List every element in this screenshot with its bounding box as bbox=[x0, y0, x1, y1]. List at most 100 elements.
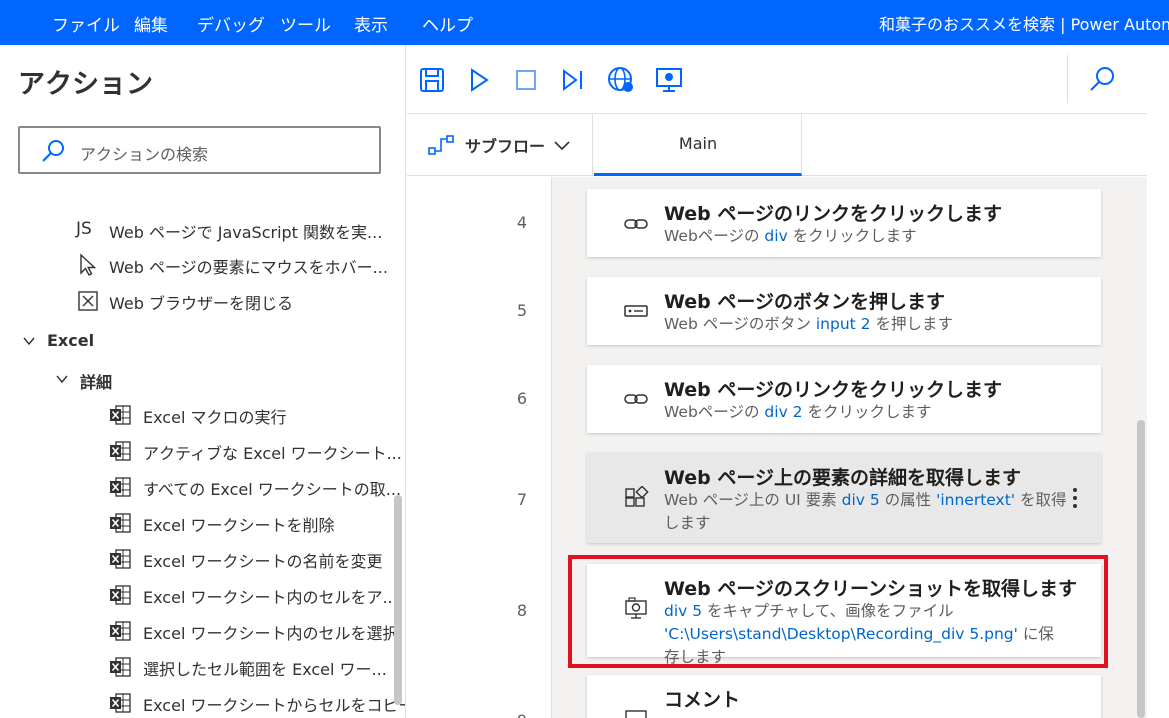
action-item-label: Web ブラウザーを閉じる bbox=[109, 294, 293, 313]
step-parameter-link[interactable]: input 2 bbox=[816, 315, 871, 333]
menu-debug[interactable]: デバッグ bbox=[197, 11, 265, 36]
subflow-dropdown[interactable]: サブフロー bbox=[407, 114, 593, 176]
comment-icon bbox=[623, 707, 649, 718]
action-item-excel[interactable]: すべての Excel ワークシートの取... bbox=[108, 473, 401, 503]
step-icon[interactable] bbox=[558, 65, 588, 95]
action-item-excel[interactable]: Excel ワークシート内のセルを選択 bbox=[108, 617, 398, 647]
selected-step-highlight bbox=[568, 555, 1108, 668]
step-parameter-link[interactable]: div 5 bbox=[842, 491, 880, 509]
step-number: 9 bbox=[507, 711, 537, 718]
flow-step-card[interactable]: Web ページのボタンを押します Web ページのボタン input 2 を押しま… bbox=[587, 277, 1101, 345]
excel-icon bbox=[108, 619, 132, 643]
action-item-excel[interactable]: Excel ワークシートからセルをコピー bbox=[108, 689, 405, 718]
action-item-close-browser[interactable]: Web ブラウザーを閉じる bbox=[76, 287, 386, 317]
line-number-gutter bbox=[407, 177, 552, 718]
save-icon[interactable] bbox=[417, 65, 447, 95]
action-item-excel[interactable]: Excel ワークシートの名前を変更 bbox=[108, 545, 386, 575]
step-title: Web ページのボタンを押します bbox=[664, 291, 946, 313]
step-description: Webページの div をクリックします bbox=[664, 225, 1069, 248]
step-description-text: Web ページ上の UI 要素 bbox=[664, 491, 842, 509]
flow-step-card[interactable]: コメント bbox=[587, 675, 1101, 718]
link-icon bbox=[623, 211, 649, 237]
step-description-text: をクリックします bbox=[802, 403, 932, 421]
action-item-hover-element[interactable]: Web ページの要素にマウスをホバー... bbox=[76, 251, 388, 281]
action-item-excel[interactable]: アクティブな Excel ワークシート... bbox=[108, 437, 402, 467]
action-item-label: Excel ワークシート内のセルをア... bbox=[143, 588, 398, 607]
action-item-run-javascript[interactable]: JS Web ページで JavaScript 関数を実... bbox=[76, 216, 386, 246]
step-parameter-link[interactable]: 'innertext' bbox=[936, 491, 1015, 509]
search-icon[interactable] bbox=[1087, 65, 1117, 95]
desktop-recorder-icon[interactable] bbox=[654, 65, 684, 95]
menu-help[interactable]: ヘルプ bbox=[422, 11, 473, 36]
subflow-icon bbox=[428, 135, 454, 155]
step-title: Web ページ上の要素の詳細を取得します bbox=[664, 467, 1022, 489]
excel-icon bbox=[108, 691, 132, 715]
subgroup-detail[interactable]: 詳細 bbox=[80, 369, 112, 393]
flow-tabs: サブフロー Main bbox=[407, 114, 1147, 176]
element-details-icon bbox=[623, 485, 649, 512]
excel-icon bbox=[108, 655, 132, 679]
step-description-text: Webページの bbox=[664, 227, 765, 245]
js-icon: JS bbox=[76, 219, 92, 239]
menu-edit[interactable]: 編集 bbox=[134, 11, 168, 36]
step-description-text: を押します bbox=[870, 315, 953, 333]
more-options-icon[interactable] bbox=[1065, 486, 1085, 510]
menu-file[interactable]: ファイル bbox=[52, 11, 120, 36]
tab-main-label: Main bbox=[678, 134, 718, 153]
close-box-icon bbox=[78, 291, 98, 311]
action-item-label: Excel ワークシート内のセルを選択 bbox=[143, 624, 399, 643]
excel-icon bbox=[108, 403, 132, 427]
action-item-label: Excel マクロの実行 bbox=[143, 408, 287, 427]
action-item-excel[interactable]: Excel ワークシート内のセルをア... bbox=[108, 581, 398, 611]
excel-icon bbox=[108, 475, 132, 499]
chevron-down-icon[interactable] bbox=[22, 334, 36, 348]
step-title: Web ページのリンクをクリックします bbox=[664, 379, 1003, 401]
step-description: Web ページ上の UI 要素 div 5 の属性 'innertext' を取… bbox=[664, 489, 1069, 535]
step-description-text: Web ページのボタン bbox=[664, 315, 816, 333]
scroll-track bbox=[1147, 45, 1169, 718]
excel-icon bbox=[108, 511, 132, 535]
action-item-label: アクティブな Excel ワークシート... bbox=[143, 444, 402, 463]
action-item-label: Excel ワークシートを削除 bbox=[143, 516, 335, 535]
action-item-label: すべての Excel ワークシートの取... bbox=[143, 480, 402, 499]
button-icon bbox=[623, 298, 649, 324]
menu-tools[interactable]: ツール bbox=[280, 11, 331, 36]
tab-main[interactable]: Main bbox=[594, 114, 802, 176]
link-icon bbox=[623, 386, 649, 412]
step-description: Webページの div 2 をクリックします bbox=[664, 401, 1069, 424]
search-placeholder: アクションの検索 bbox=[80, 145, 209, 164]
actions-scrollbar[interactable] bbox=[394, 495, 402, 705]
flow-step-card[interactable]: Web ページのリンクをクリックします Webページの div 2 をクリックしま… bbox=[587, 365, 1101, 433]
step-parameter-link[interactable]: div 2 bbox=[764, 403, 802, 421]
action-search-input[interactable]: アクションの検索 bbox=[18, 126, 381, 174]
action-item-excel[interactable]: 選択したセル範囲を Excel ワー... bbox=[108, 653, 387, 683]
action-item-label: Web ページの要素にマウスをホバー... bbox=[109, 258, 388, 277]
action-item-label: Web ページで JavaScript 関数を実... bbox=[109, 223, 383, 242]
action-item-excel[interactable]: Excel ワークシートを削除 bbox=[108, 509, 386, 539]
chevron-down-icon[interactable] bbox=[55, 372, 69, 386]
toolbar bbox=[407, 45, 1147, 114]
flow-scrollbar[interactable] bbox=[1137, 420, 1145, 718]
step-description: Web ページのボタン input 2 を押します bbox=[664, 313, 1069, 336]
step-parameter-link[interactable]: div bbox=[764, 227, 787, 245]
step-title: Web ページのリンクをクリックします bbox=[664, 203, 1003, 225]
group-excel[interactable]: Excel bbox=[47, 331, 94, 350]
flow-step-card[interactable]: Web ページ上の要素の詳細を取得します Web ページ上の UI 要素 div … bbox=[587, 453, 1101, 543]
step-title: コメント bbox=[664, 689, 741, 711]
menu-bar: ファイル 編集 デバッグ ツール 表示 ヘルプ 和菓子のおススメを検索 | Po… bbox=[0, 0, 1169, 45]
flow-step-card[interactable]: Web ページのリンクをクリックします Webページの div をクリックします bbox=[587, 189, 1101, 257]
stop-icon[interactable] bbox=[511, 65, 541, 95]
excel-icon bbox=[108, 439, 132, 463]
web-recorder-icon[interactable] bbox=[606, 65, 636, 95]
actions-panel-title: アクション bbox=[18, 69, 153, 100]
cursor-icon bbox=[80, 253, 97, 276]
search-icon bbox=[42, 140, 64, 162]
run-icon[interactable] bbox=[464, 65, 494, 95]
flow-canvas: 4 Web ページのリンクをクリックします Webページの div をクリックします… bbox=[407, 177, 1147, 718]
action-item-excel[interactable]: Excel マクロの実行 bbox=[108, 401, 386, 431]
action-item-label: Excel ワークシートの名前を変更 bbox=[143, 552, 383, 571]
menu-view[interactable]: 表示 bbox=[354, 11, 388, 36]
chevron-down-icon bbox=[554, 141, 570, 151]
step-description-text: をクリックします bbox=[787, 227, 917, 245]
step-number: 4 bbox=[516, 213, 528, 232]
